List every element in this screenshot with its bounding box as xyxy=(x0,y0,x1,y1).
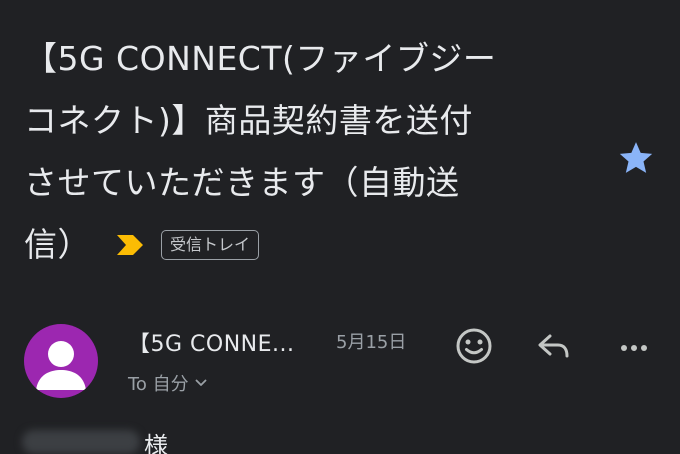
emoji-reaction-button[interactable] xyxy=(452,324,496,368)
email-body-greeting: 様 xyxy=(22,420,662,454)
avatar[interactable] xyxy=(24,324,98,398)
more-options-icon xyxy=(621,345,647,351)
reply-icon xyxy=(538,334,569,358)
email-subject: 【5G CONNECT(ファイブジー コネクト)】商品契約書を送付 させていただ… xyxy=(24,28,589,276)
email-view: 【5G CONNECT(ファイブジー コネクト)】商品契約書を送付 させていただ… xyxy=(0,0,680,454)
star-icon[interactable] xyxy=(616,138,656,178)
recipient-details-toggle[interactable]: To 自分 xyxy=(128,370,207,396)
email-date: 5月15日 xyxy=(336,332,407,353)
sender-name[interactable]: 【5G CONNE... xyxy=(128,326,295,358)
redacted-name xyxy=(22,430,140,454)
subject-line-3: させていただきます（自動送 xyxy=(24,163,460,202)
subject-line-1: 【5G CONNECT(ファイブジー xyxy=(24,39,497,78)
person-icon xyxy=(36,341,86,390)
sender-row: 【5G CONNE... 5月15日 To 自分 xyxy=(0,318,680,408)
subject-line-2: コネクト)】商品契約書を送付 xyxy=(24,101,473,140)
subject-line-4-text: 信） xyxy=(24,225,91,264)
chevron-down-icon xyxy=(195,379,207,386)
recipient-label: To 自分 xyxy=(128,374,189,395)
subject-line-4: 信） 受信トレイ xyxy=(24,214,260,276)
importance-marker-icon[interactable] xyxy=(115,233,145,257)
label-chip-inbox[interactable]: 受信トレイ xyxy=(161,230,260,260)
more-options-button[interactable] xyxy=(612,324,656,368)
emoji-reaction-icon xyxy=(456,328,492,364)
greeting-honorific: 様 xyxy=(144,432,168,454)
reply-button[interactable] xyxy=(532,324,576,368)
